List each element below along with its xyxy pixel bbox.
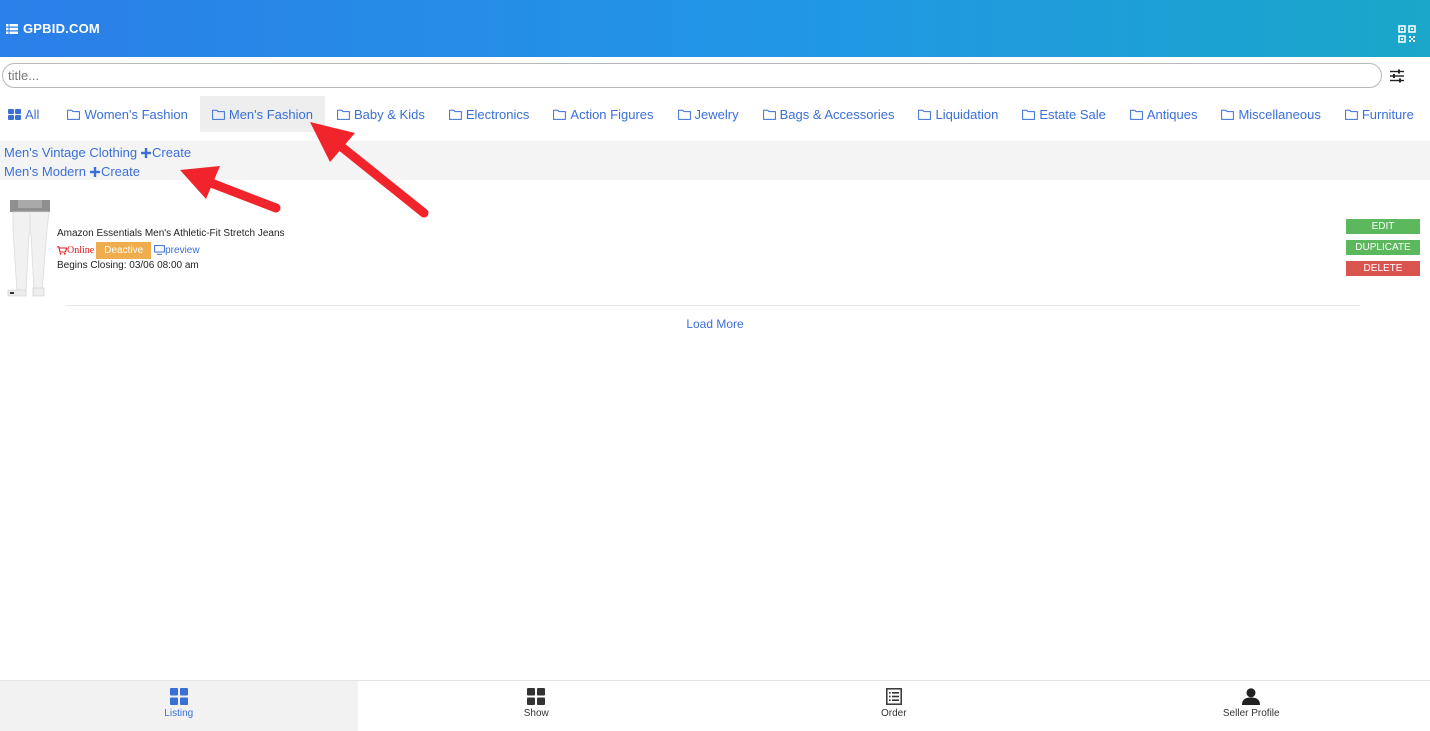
create-label: Create [152, 145, 192, 160]
product-thumbnail[interactable] [4, 200, 56, 298]
subcategory-row: Men's Vintage Clothing Create [4, 143, 1426, 162]
subcategory-link[interactable]: Men's Modern [4, 164, 86, 179]
list-alt-icon [885, 688, 902, 705]
nav-label: Seller Profile [1222, 708, 1280, 719]
duplicate-button[interactable]: DUPLICATE [1346, 240, 1420, 255]
brand[interactable]: GPBID.COM [6, 21, 100, 36]
user-icon [1242, 688, 1261, 705]
folder-icon [448, 109, 462, 120]
category-furniture[interactable]: Furniture [1333, 96, 1426, 132]
category-label: Baby & Kids [354, 106, 425, 122]
folder-icon [1221, 109, 1235, 120]
category-action-figures[interactable]: Action Figures [541, 96, 665, 132]
nav-label: Show [523, 708, 549, 719]
listing-info: Amazon Essentials Men's Athletic-Fit Str… [57, 227, 285, 273]
search-row [0, 63, 1430, 89]
edit-button[interactable]: EDIT [1346, 219, 1420, 234]
grid-icon [8, 108, 21, 120]
grid-icon [527, 688, 546, 705]
nav-seller-profile[interactable]: Seller Profile [1073, 681, 1430, 731]
nav-label: Listing [164, 708, 194, 719]
brand-name: GPBID.COM [23, 21, 100, 36]
listing-item: Amazon Essentials Men's Athletic-Fit Str… [0, 200, 1430, 300]
app-header: GPBID.COM [0, 0, 1430, 57]
list-icon [6, 23, 18, 34]
folder-icon [1129, 109, 1143, 120]
plus-icon [89, 166, 100, 177]
category-womens-fashion[interactable]: Women's Fashion [55, 96, 199, 132]
preview-label: preview [165, 244, 200, 256]
category-jewelry[interactable]: Jewelry [666, 96, 751, 132]
create-label: Create [100, 164, 140, 179]
deactive-button[interactable]: Deactive [96, 241, 152, 259]
category-label: Antiques [1146, 106, 1198, 122]
online-status: Online [57, 245, 94, 256]
monitor-icon [154, 245, 166, 255]
folder-icon [762, 109, 776, 120]
category-label: Estate Sale [1039, 106, 1106, 122]
search-input[interactable] [2, 63, 1382, 88]
nav-listing[interactable]: Listing [0, 681, 358, 731]
category-miscellaneous[interactable]: Miscellaneous [1209, 96, 1332, 132]
category-label: Electronics [465, 106, 530, 122]
listing-title[interactable]: Amazon Essentials Men's Athletic-Fit Str… [57, 227, 285, 241]
grid-icon [169, 688, 188, 705]
nav-order[interactable]: Order [715, 681, 1073, 731]
category-all[interactable]: All [0, 96, 55, 132]
create-subcategory-button[interactable]: Create [89, 164, 140, 179]
category-antiques[interactable]: Antiques [1118, 96, 1210, 132]
category-bar: All Women's Fashion Men's Fashion Baby &… [0, 96, 1430, 132]
delete-button[interactable]: DELETE [1346, 261, 1420, 276]
load-more-button[interactable]: Load More [0, 317, 1430, 331]
category-bags-accessories[interactable]: Bags & Accessories [751, 96, 907, 132]
folder-icon [67, 109, 81, 120]
divider [66, 305, 1360, 306]
folder-icon [1022, 109, 1036, 120]
folder-icon [677, 109, 691, 120]
nav-show[interactable]: Show [358, 681, 716, 731]
online-label: Online [67, 244, 95, 256]
listing-actions: EDIT DUPLICATE DELETE [1346, 219, 1420, 282]
preview-link[interactable]: preview [154, 244, 200, 256]
create-subcategory-button[interactable]: Create [141, 145, 191, 160]
filter-sliders-icon[interactable] [1389, 68, 1405, 84]
folder-icon [553, 109, 567, 120]
subcategory-row: Men's Modern Create [4, 162, 1426, 181]
closing-time: Begins Closing: 03/06 08:00 am [57, 260, 199, 271]
plus-icon [141, 147, 152, 158]
category-label: Jewelry [694, 106, 739, 122]
category-estate-sale[interactable]: Estate Sale [1010, 96, 1118, 132]
category-label: Furniture [1361, 106, 1414, 122]
category-label: Women's Fashion [84, 106, 188, 122]
cart-icon [57, 245, 67, 255]
category-label: Action Figures [570, 106, 654, 122]
folder-icon [211, 109, 225, 120]
folder-icon [337, 109, 350, 120]
category-label: Miscellaneous [1238, 106, 1321, 122]
folder-icon [918, 109, 932, 120]
listing-status-row: Online Deactive preview [57, 241, 285, 259]
category-label: All [25, 106, 40, 122]
category-baby-kids[interactable]: Baby & Kids [325, 96, 437, 132]
folder-icon [1344, 109, 1358, 120]
category-label: Liquidation [935, 106, 999, 122]
category-liquidation[interactable]: Liquidation [906, 96, 1010, 132]
nav-label: Order [880, 708, 907, 719]
subcategory-panel: Men's Vintage Clothing Create Men's Mode… [0, 141, 1430, 180]
category-label: Men's Fashion [228, 106, 313, 122]
category-mens-fashion[interactable]: Men's Fashion [199, 96, 325, 132]
bottom-nav: Listing Show Order Seller Profile [0, 680, 1430, 731]
category-label: Bags & Accessories [779, 106, 895, 122]
qr-code-icon[interactable] [1398, 25, 1416, 43]
category-electronics[interactable]: Electronics [437, 96, 542, 132]
subcategory-link[interactable]: Men's Vintage Clothing [4, 145, 137, 160]
